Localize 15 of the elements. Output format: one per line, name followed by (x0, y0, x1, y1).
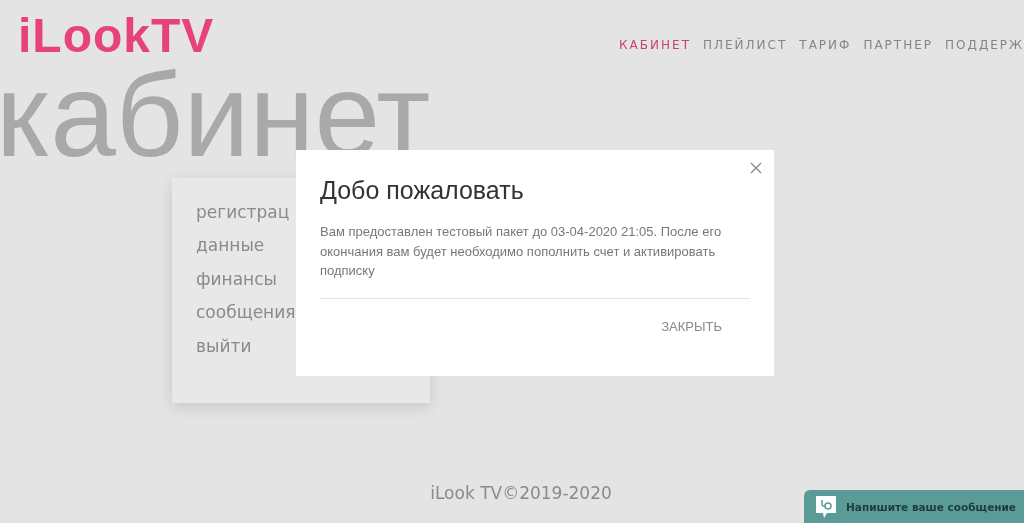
chat-widget[interactable]: Напишите ваше сообщение (804, 490, 1024, 523)
dialog-title: Добо пожаловать (320, 175, 525, 205)
nav-link[interactable]: КАБИНЕТ (619, 38, 691, 52)
chat-icon (814, 493, 839, 520)
page-title: кабинет (0, 68, 432, 158)
chat-label: Напишите ваше сообщение (846, 500, 1016, 513)
close-button[interactable]: ЗАКРЫТЬ (655, 314, 728, 338)
nav-link[interactable]: ПЛЕЙЛИСТ (702, 38, 788, 52)
nav-link[interactable]: ПАРТНЕР (863, 38, 934, 52)
nav-link[interactable]: ТАРИФ (799, 38, 852, 52)
logo: iLookTV (18, 12, 215, 60)
close-icon[interactable] (748, 160, 764, 176)
dialog-message: Вам предоставлен тестовый пакет до 03-04-2020 21:05. После его окончания вам будет необходимо пополнить счет и активировать подписку (320, 223, 723, 280)
copyright: iLook TV©2019-2020 (430, 483, 612, 503)
nav-link[interactable]: ПОДДЕРЖ (945, 38, 1024, 52)
